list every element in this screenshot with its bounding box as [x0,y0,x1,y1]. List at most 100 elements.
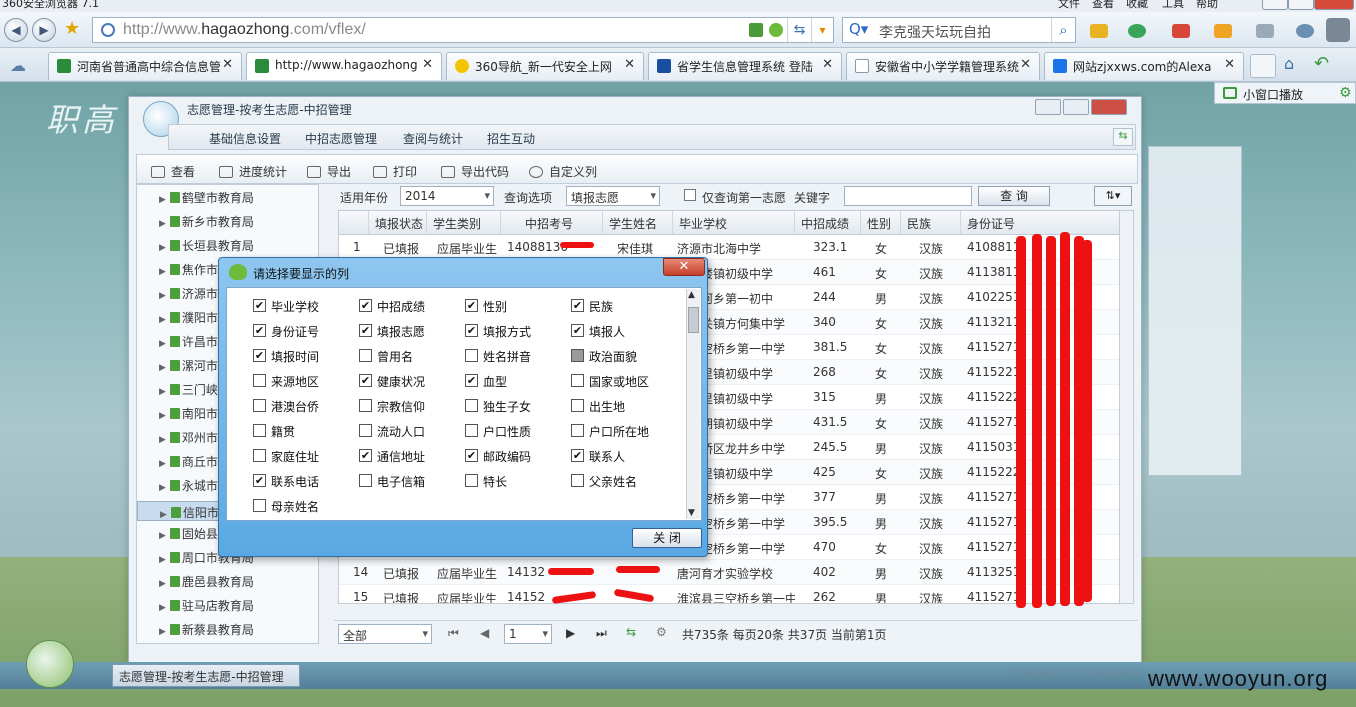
column-option-checkbox[interactable]: 联系电话 [253,473,353,489]
checkbox[interactable] [253,324,266,337]
column-option-checkbox[interactable]: 户口性质 [465,423,565,439]
checkbox[interactable] [571,449,584,462]
refresh-icon[interactable]: ⇆ [1113,128,1133,146]
scroll-thumb[interactable] [688,307,699,333]
tools-icon[interactable] [1214,24,1232,38]
table-row[interactable]: 15 已填报 应届毕业生 14152 淮滨县三空桥乡第一中 262 男汉族 4115271 [339,585,1133,603]
table-row[interactable]: 14 已填报 应届毕业生 14132 唐河育才实验学校 402 男汉族 4113251 [339,560,1133,585]
column-option-checkbox[interactable]: 来源地区 [253,373,353,389]
column-header[interactable]: 民族 [901,211,961,235]
column-option-checkbox[interactable]: 母亲姓名 [253,498,353,514]
minimize-button[interactable] [1262,0,1288,10]
small-window-button[interactable]: 小窗口播放 ⚙ [1214,82,1356,104]
checkbox[interactable] [359,449,372,462]
security-icon[interactable] [1128,24,1146,38]
star-icon[interactable]: ★ [64,18,80,39]
column-option-checkbox[interactable]: 血型 [465,373,565,389]
app-close-button[interactable] [1091,99,1127,115]
checkbox[interactable] [359,374,372,387]
url-text[interactable]: http://www.hagaozhong.com/vflex/ [123,21,366,39]
next-page-icon[interactable]: ▶ [566,626,575,640]
column-header[interactable] [339,211,369,235]
checkbox[interactable] [571,324,584,337]
column-option-checkbox[interactable]: 通信地址 [359,448,459,464]
column-option-checkbox[interactable]: 户口所在地 [571,423,671,439]
gear-icon[interactable]: ⚙ [656,625,667,639]
tree-item[interactable]: ▶ 驻马店教育局 [159,597,254,614]
compat-mode-icon[interactable]: ⇆ [787,18,811,42]
gear-icon[interactable]: ⚙ [1339,85,1352,101]
tab-2[interactable]: http://www.hagaozhong ✕ [246,52,442,80]
app-maximize-button[interactable] [1063,99,1089,115]
column-option-checkbox[interactable]: 宗教信仰 [359,398,459,414]
close-icon[interactable]: ✕ [624,57,635,72]
checkbox[interactable] [253,349,266,362]
column-option-checkbox[interactable]: 曾用名 [359,348,459,364]
page-input[interactable]: 1 [504,624,552,644]
checkbox[interactable] [465,449,478,462]
translate-icon[interactable] [1172,24,1190,38]
tree-item[interactable]: ▶ 鹤壁市教育局 [159,189,254,206]
export-button[interactable]: 导出 [307,163,351,180]
checkbox[interactable] [465,374,478,387]
year-select[interactable]: 2014 [400,186,494,206]
maximize-button[interactable] [1288,0,1314,10]
menu-volunteer-management[interactable]: 中招志愿管理 [305,130,377,147]
column-option-checkbox[interactable]: 国家或地区 [571,373,671,389]
cloud-icon[interactable]: ☁ [10,56,26,75]
column-header[interactable]: 性别 [861,211,901,235]
dialog-close-icon[interactable]: ✕ [663,258,705,276]
checkbox[interactable] [465,474,478,487]
checkbox[interactable] [465,424,478,437]
checkbox[interactable] [253,299,266,312]
undo-icon[interactable]: ↶ [1314,53,1329,74]
menu-favorites[interactable]: 收藏 [1126,0,1148,11]
apps-icon[interactable] [1090,24,1108,38]
checkbox[interactable] [465,299,478,312]
column-option-checkbox[interactable]: 籍贯 [253,423,353,439]
tab-3[interactable]: 360导航_新一代安全上网 ✕ [446,52,644,80]
menu-view[interactable]: 查看 [1092,0,1114,11]
chevron-down-icon[interactable]: ▾ [811,18,833,42]
checkbox[interactable] [253,474,266,487]
column-option-checkbox[interactable]: 姓名拼音 [465,348,565,364]
column-option-checkbox[interactable]: 身份证号 [253,323,353,339]
column-header[interactable]: 中招成绩 [795,211,861,235]
checkbox[interactable] [359,424,372,437]
column-option-checkbox[interactable]: 父亲姓名 [571,473,671,489]
column-header[interactable]: 学生姓名 [603,211,673,235]
tree-item[interactable]: ▶ 鹿邑县教育局 [159,573,254,590]
new-tab-button[interactable] [1250,54,1276,78]
column-option-checkbox[interactable]: 填报方式 [465,323,565,339]
export-code-button[interactable]: 导出代码 [441,163,509,180]
search-engine-icon[interactable]: Q▾ [849,20,868,38]
checkbox[interactable] [359,399,372,412]
menu-admission-interaction[interactable]: 招生互动 [487,130,535,147]
search-input[interactable]: 李克强天坛玩自拍 [879,22,991,42]
close-icon[interactable]: ✕ [1224,57,1235,72]
qr-icon[interactable] [749,23,763,37]
column-option-checkbox[interactable]: 电子信箱 [359,473,459,489]
checkbox[interactable] [571,474,584,487]
column-option-checkbox[interactable]: 特长 [465,473,565,489]
tab-4[interactable]: 省学生信息管理系统 登陆 ✕ [648,52,842,80]
custom-columns-button[interactable]: 自定义列 [529,163,597,180]
close-icon[interactable]: ✕ [1020,57,1031,72]
checkbox[interactable] [571,424,584,437]
checkbox[interactable] [359,299,372,312]
checkbox[interactable] [571,349,584,362]
menu-query-stats[interactable]: 查阅与统计 [403,130,463,147]
checkbox[interactable] [359,349,372,362]
column-option-checkbox[interactable]: 填报志愿 [359,323,459,339]
search-button[interactable]: 查 询 [978,186,1050,206]
first-page-icon[interactable]: ⏮ [448,626,459,641]
menu-help[interactable]: 帮助 [1196,0,1218,11]
checkbox[interactable] [571,399,584,412]
tab-5[interactable]: 安徽省中小学学籍管理系统 ✕ [846,52,1040,80]
checkbox[interactable] [571,299,584,312]
avatar[interactable] [1326,18,1350,42]
sort-icon[interactable]: ⇅▾ [1094,186,1132,206]
column-header[interactable]: 毕业学校 [673,211,795,235]
close-icon[interactable]: ✕ [222,57,233,72]
column-header[interactable]: 身份证号 [961,211,1133,235]
